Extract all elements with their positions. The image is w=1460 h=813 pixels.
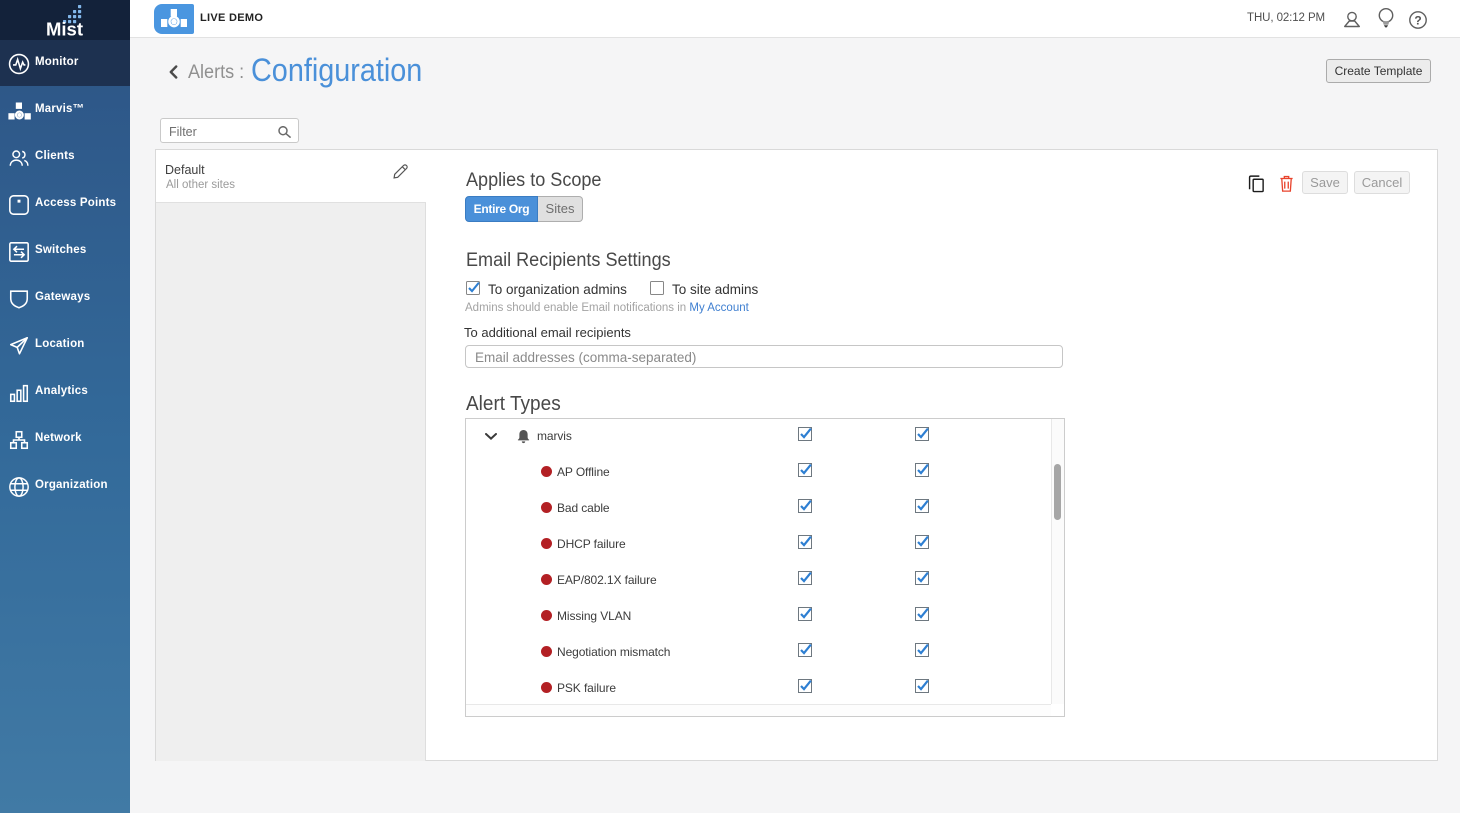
svg-text:Mist: Mist — [46, 19, 83, 40]
svg-text:?: ? — [1414, 13, 1421, 27]
